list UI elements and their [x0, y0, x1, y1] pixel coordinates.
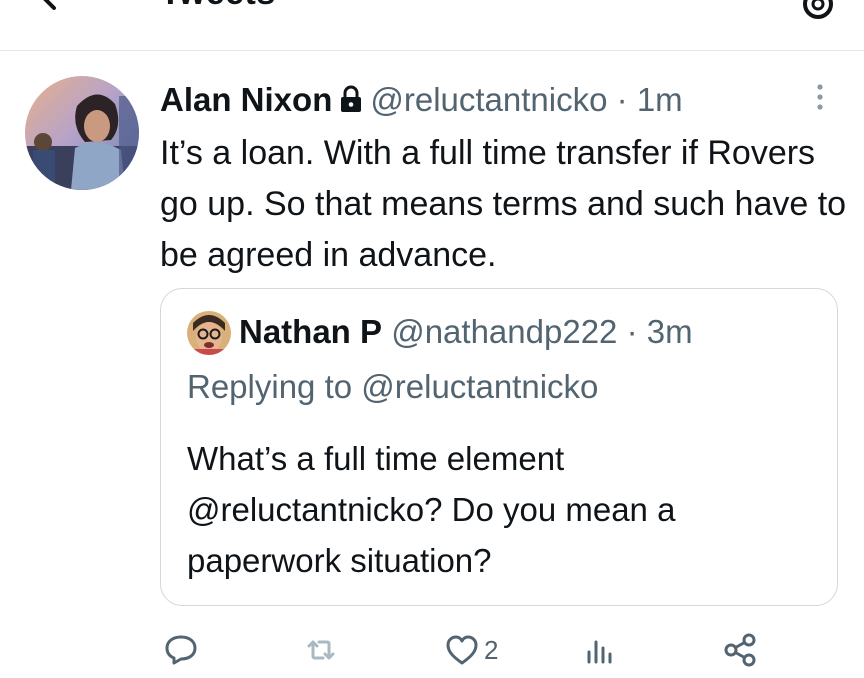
share-button[interactable]	[722, 628, 758, 672]
quote-author-handle[interactable]: @nathandp222	[391, 313, 617, 350]
action-bar: 2	[0, 628, 864, 672]
avatar-photo	[25, 76, 139, 190]
like-button[interactable]: 2	[444, 628, 498, 672]
reply-button[interactable]	[163, 628, 199, 672]
quote-avatar[interactable]	[187, 311, 231, 355]
avatar[interactable]	[25, 76, 139, 190]
quote-header: Nathan P @nathandp222 · 3m	[239, 312, 693, 352]
author-name[interactable]: Alan Nixon	[160, 81, 332, 118]
quote-author-name[interactable]: Nathan P	[239, 313, 382, 350]
separator-dot: ·	[616, 81, 628, 118]
share-icon	[724, 633, 756, 667]
quoted-tweet[interactable]: Nathan P @nathandp222 · 3m Replying to @…	[160, 288, 838, 606]
more-icon[interactable]	[808, 82, 832, 112]
reply-icon	[165, 635, 197, 665]
retweet-icon	[307, 640, 335, 660]
tweet[interactable]: Alan Nixon @reluctantnicko · 1m It’s a l…	[0, 0, 864, 667]
tweet-time[interactable]: 1m	[637, 81, 683, 118]
quote-separator-dot: ·	[626, 313, 638, 350]
quote-text: What’s a full time element @reluctantnic…	[187, 440, 676, 579]
tweet-header: Alan Nixon @reluctantnicko · 1m	[160, 80, 683, 120]
lock-icon	[341, 85, 362, 112]
like-icon	[446, 635, 478, 665]
views-button[interactable]	[583, 628, 619, 672]
quote-avatar-photo	[187, 311, 231, 355]
views-icon	[587, 640, 612, 664]
like-count: 2	[484, 634, 499, 665]
quote-time[interactable]: 3m	[647, 313, 693, 350]
tweet-text: It’s a loan. With a full time transfer i…	[160, 134, 847, 274]
author-handle[interactable]: @reluctantnicko	[370, 81, 607, 118]
replying-to[interactable]: Replying to @reluctantnicko	[187, 367, 598, 407]
retweet-button[interactable]	[303, 628, 339, 672]
